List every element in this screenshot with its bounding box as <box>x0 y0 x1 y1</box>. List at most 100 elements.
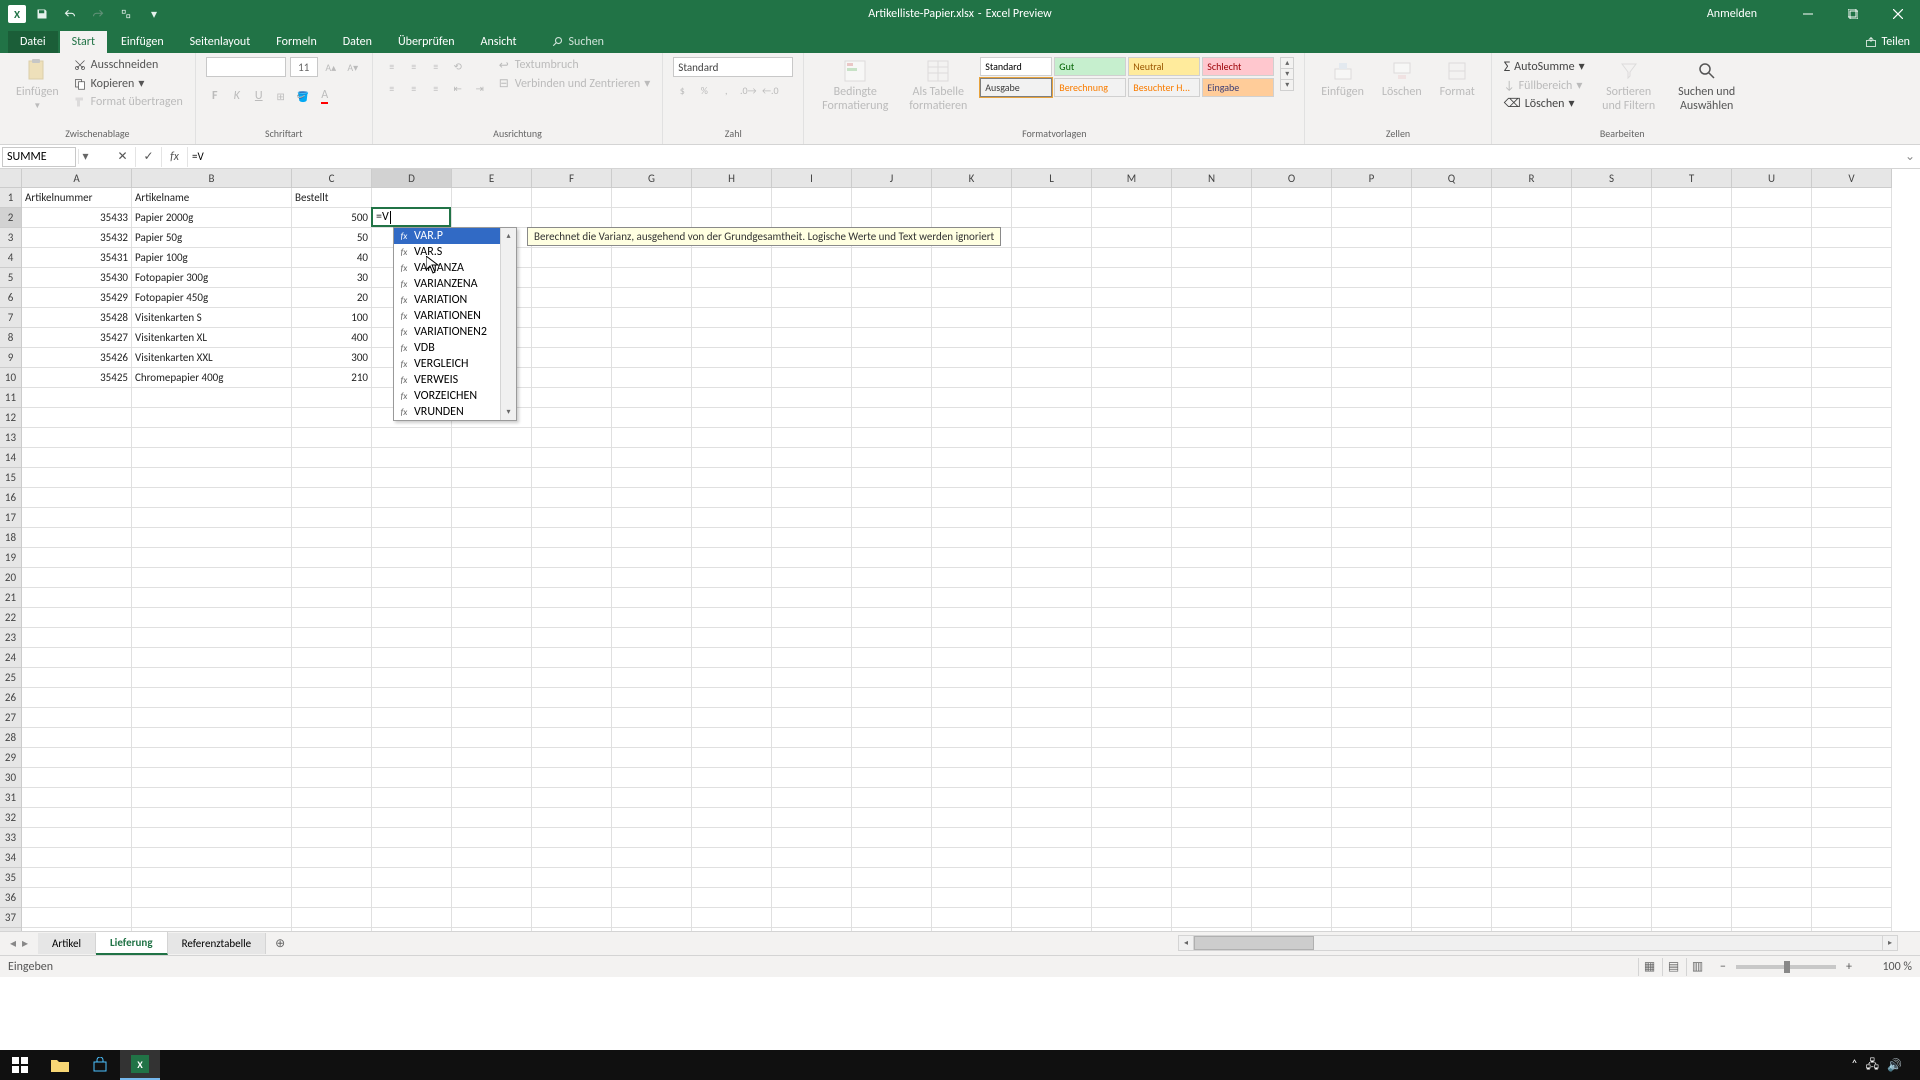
cell-J32[interactable] <box>852 808 932 828</box>
cell-N6[interactable] <box>1172 288 1252 308</box>
cell-L33[interactable] <box>1012 828 1092 848</box>
cell-A30[interactable] <box>22 768 132 788</box>
cell-M35[interactable] <box>1092 868 1172 888</box>
tab-datei[interactable]: Datei <box>8 31 58 53</box>
cell-E35[interactable] <box>452 868 532 888</box>
cell-Q16[interactable] <box>1412 488 1492 508</box>
cell-E22[interactable] <box>452 608 532 628</box>
cell-C10[interactable]: 210 <box>292 368 372 388</box>
cell-S10[interactable] <box>1572 368 1652 388</box>
cell-V17[interactable] <box>1812 508 1892 528</box>
cell-B9[interactable]: Visitenkarten XXL <box>132 348 292 368</box>
cell-M24[interactable] <box>1092 648 1172 668</box>
cell-M22[interactable] <box>1092 608 1172 628</box>
cell-B19[interactable] <box>132 548 292 568</box>
cell-L29[interactable] <box>1012 748 1092 768</box>
redo-icon[interactable] <box>86 3 110 25</box>
cell-A17[interactable] <box>22 508 132 528</box>
cell-N11[interactable] <box>1172 388 1252 408</box>
align-bottom-icon[interactable]: ≡ <box>427 57 445 75</box>
cell-N36[interactable] <box>1172 888 1252 908</box>
cell-Q3[interactable] <box>1412 228 1492 248</box>
cell-A33[interactable] <box>22 828 132 848</box>
cell-E37[interactable] <box>452 908 532 928</box>
cell-G13[interactable] <box>612 428 692 448</box>
cell-D16[interactable] <box>372 488 452 508</box>
cell-S4[interactable] <box>1572 248 1652 268</box>
cell-B36[interactable] <box>132 888 292 908</box>
cell-G5[interactable] <box>612 268 692 288</box>
cell-I31[interactable] <box>772 788 852 808</box>
cell-B2[interactable]: Papier 2000g <box>132 208 292 228</box>
cell-E20[interactable] <box>452 568 532 588</box>
cell-J37[interactable] <box>852 908 932 928</box>
cell-B35[interactable] <box>132 868 292 888</box>
cell-A16[interactable] <box>22 488 132 508</box>
cell-V23[interactable] <box>1812 628 1892 648</box>
cell-O26[interactable] <box>1252 688 1332 708</box>
normal-view-icon[interactable]: ▦ <box>1638 958 1660 976</box>
cell-O37[interactable] <box>1252 908 1332 928</box>
row-header-17[interactable]: 17 <box>0 508 22 528</box>
cell-V33[interactable] <box>1812 828 1892 848</box>
cell-G12[interactable] <box>612 408 692 428</box>
cell-D34[interactable] <box>372 848 452 868</box>
cell-O1[interactable] <box>1252 188 1332 208</box>
column-header-H[interactable]: H <box>692 169 772 188</box>
cell-H15[interactable] <box>692 468 772 488</box>
cell-F11[interactable] <box>532 388 612 408</box>
cell-R15[interactable] <box>1492 468 1572 488</box>
cell-A21[interactable] <box>22 588 132 608</box>
cell-G28[interactable] <box>612 728 692 748</box>
cell-O32[interactable] <box>1252 808 1332 828</box>
cell-E32[interactable] <box>452 808 532 828</box>
cell-C35[interactable] <box>292 868 372 888</box>
row-header-2[interactable]: 2 <box>0 208 22 228</box>
column-header-V[interactable]: V <box>1812 169 1892 188</box>
function-option-variation[interactable]: fxVARIATION <box>394 292 500 308</box>
cell-T29[interactable] <box>1652 748 1732 768</box>
cell-R22[interactable] <box>1492 608 1572 628</box>
column-header-I[interactable]: I <box>772 169 852 188</box>
cell-C22[interactable] <box>292 608 372 628</box>
column-header-B[interactable]: B <box>132 169 292 188</box>
cell-P17[interactable] <box>1332 508 1412 528</box>
sheet-tab-artikel[interactable]: Artikel <box>38 933 96 954</box>
cell-C30[interactable] <box>292 768 372 788</box>
cell-Q31[interactable] <box>1412 788 1492 808</box>
cell-L8[interactable] <box>1012 328 1092 348</box>
cell-styles-gallery[interactable]: Standard Gut Neutral Schlecht Ausgabe Be… <box>980 57 1274 97</box>
cell-A20[interactable] <box>22 568 132 588</box>
cell-J16[interactable] <box>852 488 932 508</box>
cell-R1[interactable] <box>1492 188 1572 208</box>
cell-K20[interactable] <box>932 568 1012 588</box>
cell-U36[interactable] <box>1732 888 1812 908</box>
cell-L18[interactable] <box>1012 528 1092 548</box>
cell-O34[interactable] <box>1252 848 1332 868</box>
cell-O33[interactable] <box>1252 828 1332 848</box>
cell-K27[interactable] <box>932 708 1012 728</box>
cell-O18[interactable] <box>1252 528 1332 548</box>
cell-T18[interactable] <box>1652 528 1732 548</box>
cell-M16[interactable] <box>1092 488 1172 508</box>
column-header-A[interactable]: A <box>22 169 132 188</box>
cell-T3[interactable] <box>1652 228 1732 248</box>
cell-U31[interactable] <box>1732 788 1812 808</box>
cell-I29[interactable] <box>772 748 852 768</box>
cell-M34[interactable] <box>1092 848 1172 868</box>
cell-S27[interactable] <box>1572 708 1652 728</box>
cell-R18[interactable] <box>1492 528 1572 548</box>
cell-O29[interactable] <box>1252 748 1332 768</box>
cell-U37[interactable] <box>1732 908 1812 928</box>
cell-F24[interactable] <box>532 648 612 668</box>
insert-cells-button[interactable]: Einfügen <box>1315 57 1370 101</box>
cell-R29[interactable] <box>1492 748 1572 768</box>
row-header-14[interactable]: 14 <box>0 448 22 468</box>
cell-H35[interactable] <box>692 868 772 888</box>
cell-G34[interactable] <box>612 848 692 868</box>
cell-K34[interactable] <box>932 848 1012 868</box>
cell-I4[interactable] <box>772 248 852 268</box>
cell-D23[interactable] <box>372 628 452 648</box>
cell-S34[interactable] <box>1572 848 1652 868</box>
column-header-M[interactable]: M <box>1092 169 1172 188</box>
